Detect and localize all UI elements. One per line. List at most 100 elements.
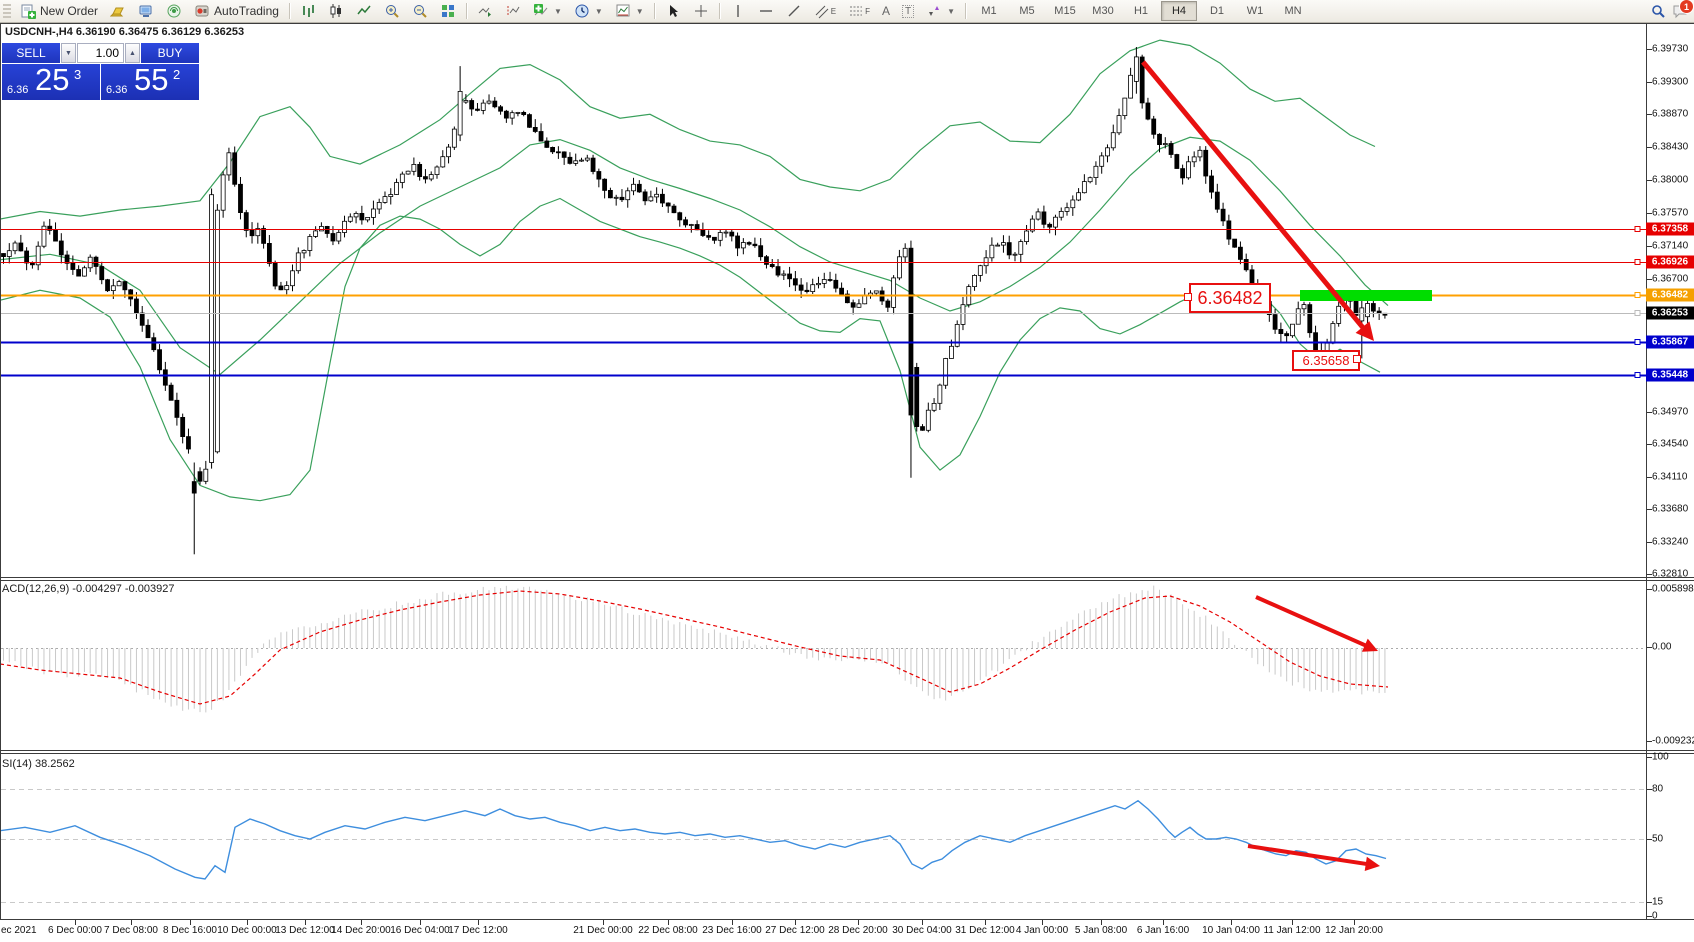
bar-chart-button[interactable]: [294, 0, 322, 22]
zoom-in-button[interactable]: [378, 0, 406, 22]
macd-signal-line: [0, 591, 1388, 704]
autotrading-button[interactable]: AutoTrading: [188, 0, 285, 22]
sell-price-button[interactable]: 6.36 25 3: [2, 64, 100, 100]
zoom-out-icon: [412, 3, 428, 19]
volume-input[interactable]: [77, 43, 124, 63]
chart-shift-button[interactable]: [499, 0, 527, 22]
signals-button[interactable]: [160, 0, 188, 22]
indicators-caret-icon: ▼: [554, 7, 562, 16]
autotrading-icon: [194, 3, 210, 19]
rsi-indicator-label: SI(14) 38.2562: [2, 758, 75, 770]
sell-price-main: 25: [35, 62, 69, 98]
tab-timeframe-h4[interactable]: H4: [1161, 1, 1197, 21]
fibonacci-tool-button[interactable]: F: [842, 0, 876, 22]
tab-timeframe-d1[interactable]: D1: [1199, 1, 1235, 21]
tab-timeframe-h1[interactable]: H1: [1123, 1, 1159, 21]
cursor-icon: [665, 3, 681, 19]
main-toolbar: New Order AutoTrading: [0, 0, 1694, 23]
new-order-button[interactable]: New Order: [14, 0, 104, 22]
chart-canvas[interactable]: [0, 0, 1694, 942]
arrows-tool-button[interactable]: ▼: [920, 0, 961, 22]
candlestick-chart-button[interactable]: [322, 0, 350, 22]
buy-price-pip: 2: [173, 67, 180, 82]
line-anchor-handle[interactable]: [1635, 340, 1640, 345]
trend-arrowhead-rsi: [1365, 857, 1380, 871]
cursor-tool-button[interactable]: [659, 0, 687, 22]
tab-timeframe-m30[interactable]: M30: [1085, 1, 1121, 21]
label-tool-button[interactable]: T: [896, 0, 920, 22]
templates-icon: [615, 3, 631, 19]
tab-timeframe-m15[interactable]: M15: [1047, 1, 1083, 21]
line-chart-icon: [356, 3, 372, 19]
timeframe-toolbar: M1M5M15M30H1H4D1W1MN: [970, 1, 1312, 21]
new-order-label: New Order: [40, 4, 98, 18]
line-anchor-handle[interactable]: [1635, 311, 1640, 316]
trend-arrow-macd[interactable]: [1256, 597, 1371, 648]
tab-timeframe-m1[interactable]: M1: [971, 1, 1007, 21]
autotrading-label: AutoTrading: [214, 4, 279, 18]
buy-button[interactable]: BUY: [141, 43, 199, 63]
trendline-tool-button[interactable]: [780, 0, 808, 22]
new-order-icon: [20, 3, 36, 19]
volume-decrease-button[interactable]: ▼: [61, 43, 76, 63]
periods-caret-icon: ▼: [595, 7, 603, 16]
lower-band-line: [0, 199, 1380, 501]
horizontal-line-tool-button[interactable]: [752, 0, 780, 22]
buy-price-button[interactable]: 6.36 55 2: [101, 64, 199, 100]
fibonacci-icon: [848, 3, 864, 19]
upper-band-line: [0, 40, 1375, 219]
sell-price-pip: 3: [74, 67, 81, 82]
zoom-in-icon: [384, 3, 400, 19]
line-anchor-handle[interactable]: [1635, 373, 1640, 378]
chart-shift-icon: [505, 3, 521, 19]
buy-price-main: 55: [134, 62, 168, 98]
trend-arrow-main[interactable]: [1143, 62, 1368, 334]
tab-timeframe-w1[interactable]: W1: [1237, 1, 1273, 21]
sell-button[interactable]: SELL: [2, 43, 60, 63]
metaeditor-button[interactable]: [104, 0, 132, 22]
auto-scroll-button[interactable]: [471, 0, 499, 22]
sell-price-prefix: 6.36: [7, 84, 28, 96]
vertical-line-icon: [730, 3, 746, 19]
indicators-add-icon: [533, 3, 549, 19]
periods-clock-icon: [574, 3, 590, 19]
bar-chart-icon: [300, 3, 316, 19]
crosshair-icon: [693, 3, 709, 19]
text-tool-icon: A: [882, 4, 890, 18]
tab-timeframe-m5[interactable]: M5: [1009, 1, 1045, 21]
indicators-button[interactable]: ▼: [527, 0, 568, 22]
middle-band-line: [0, 137, 1388, 374]
strategy-tester-button[interactable]: [132, 0, 160, 22]
line-anchor-handle[interactable]: [1635, 293, 1640, 298]
search-icon[interactable]: [1650, 3, 1666, 19]
macd-indicator-label: ACD(12,26,9) -0.004297 -0.003927: [2, 583, 174, 595]
channel-tool-button[interactable]: E: [808, 0, 842, 22]
tab-timeframe-mn[interactable]: MN: [1275, 1, 1311, 21]
channel-icon: [814, 3, 830, 19]
trendline-icon: [786, 3, 802, 19]
vertical-line-tool-button[interactable]: [724, 0, 752, 22]
tile-windows-icon: [440, 3, 456, 19]
templates-caret-icon: ▼: [636, 7, 644, 16]
toolbar-grip[interactable]: [3, 4, 11, 18]
periods-button[interactable]: ▼: [568, 0, 609, 22]
label-tool-icon: T: [902, 5, 914, 18]
volume-increase-button[interactable]: ▲: [125, 43, 140, 63]
templates-button[interactable]: ▼: [609, 0, 650, 22]
auto-scroll-icon: [477, 3, 493, 19]
tile-windows-button[interactable]: [434, 0, 462, 22]
chat-icon[interactable]: 1: [1672, 3, 1688, 19]
arrows-icon: [926, 3, 942, 19]
green-zone-rectangle[interactable]: [1300, 290, 1432, 301]
zoom-out-button[interactable]: [406, 0, 434, 22]
crosshair-tool-button[interactable]: [687, 0, 715, 22]
line-anchor-handle[interactable]: [1635, 260, 1640, 265]
text-tool-button[interactable]: A: [876, 0, 896, 22]
chart-symbol-title: USDCNH-,H4 6.36190 6.36475 6.36129 6.362…: [5, 26, 244, 38]
fibonacci-glyph: F: [865, 7, 870, 16]
candlestick-chart-icon: [328, 3, 344, 19]
horizontal-line-icon: [758, 3, 774, 19]
line-anchor-handle[interactable]: [1635, 227, 1640, 232]
line-chart-button[interactable]: [350, 0, 378, 22]
rsi-line: [0, 801, 1386, 879]
